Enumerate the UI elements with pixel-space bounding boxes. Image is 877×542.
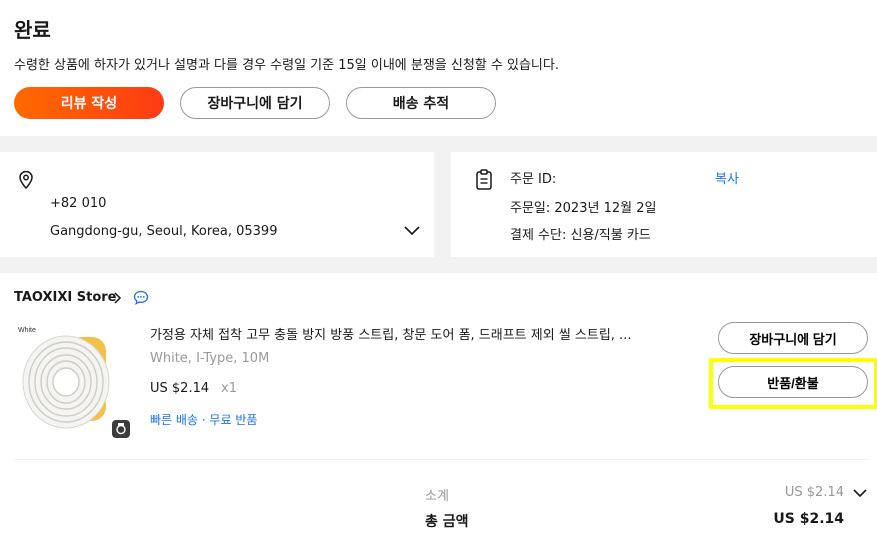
order-date: 주문일: 2023년 12월 2일	[510, 201, 657, 216]
product-quantity: x1	[221, 381, 237, 396]
chat-icon[interactable]	[133, 290, 149, 305]
chevron-right-icon[interactable]	[113, 291, 123, 305]
add-to-cart-button[interactable]: 장바구니에 담기	[180, 87, 330, 119]
product-thumbnail[interactable]: White	[16, 323, 132, 441]
highlight-box	[709, 358, 877, 409]
product-price: US $2.14	[150, 381, 210, 396]
track-shipment-button[interactable]: 배송 추적	[346, 87, 496, 119]
write-review-button[interactable]: 리뷰 작성	[14, 87, 164, 119]
shipping-address: Gangdong-gu, Seoul, Korea, 05399	[50, 224, 278, 239]
store-name-link[interactable]: TAOXIXI Store	[14, 290, 117, 305]
payment-method: 결제 수단: 신용/직불 카드	[510, 228, 651, 243]
item-add-to-cart-button[interactable]: 장바구니에 담기	[718, 322, 868, 354]
total-label: 총 금액	[425, 514, 469, 530]
status-title: 완료	[14, 18, 51, 42]
product-title[interactable]: 가정용 자체 접착 고무 충돌 방지 방풍 스트립, 창문 도어 폼, 드래프트…	[150, 324, 690, 343]
subtotal-value: US $2.14	[784, 485, 844, 500]
clipboard-icon	[476, 169, 492, 190]
status-description: 수령한 상품에 하자가 있거나 설명과 다를 경우 수령일 기준 15일 이내에…	[14, 58, 559, 73]
recipient-phone: +82 010	[50, 196, 107, 211]
total-value: US $2.14	[773, 511, 844, 527]
delivery-return-tags: 빠른 배송 · 무료 반품	[150, 413, 258, 427]
chevron-down-icon[interactable]	[852, 488, 868, 500]
divider	[14, 459, 869, 460]
copy-order-id-link[interactable]: 복사	[715, 168, 739, 187]
order-id-label: 주문 ID:	[510, 172, 557, 187]
product-variant: White, I-Type, 10M	[150, 351, 270, 366]
chevron-down-icon[interactable]	[403, 224, 421, 238]
subtotal-label: 소계	[425, 489, 449, 504]
thumbnail-label: White	[18, 327, 36, 334]
location-pin-icon	[19, 170, 33, 190]
